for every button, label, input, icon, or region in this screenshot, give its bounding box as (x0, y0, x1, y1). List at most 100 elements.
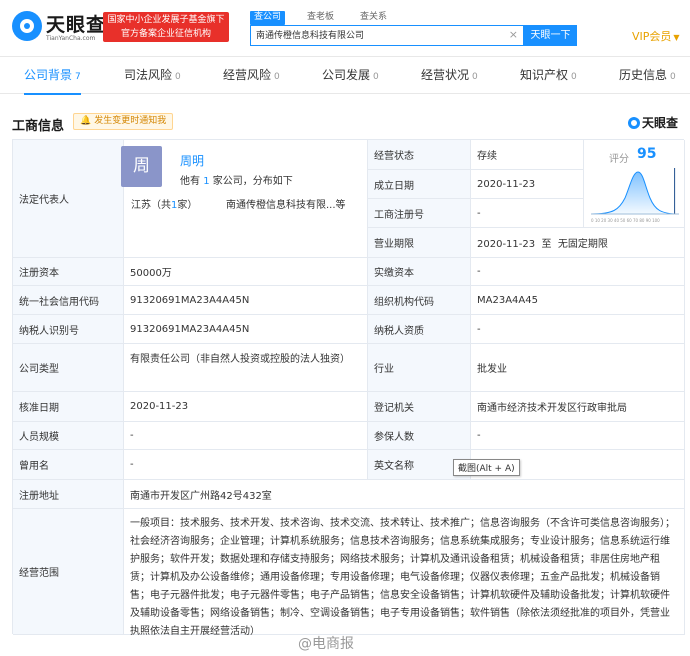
nav-label: 历史信息 (619, 68, 668, 82)
nav-label: 司法风险 (124, 68, 173, 82)
nav-count: 0 (571, 72, 577, 82)
nav-count: 0 (175, 72, 181, 82)
nav-history[interactable]: 历史信息 0 (619, 57, 676, 94)
score-distribution-chart: 0 10 20 30 40 50 60 70 80 90 100 (590, 168, 680, 223)
region-post: 家） (177, 200, 198, 211)
value-approve-date: 2020-11-23 (124, 392, 368, 422)
score-widget: 评分 95 0 10 20 30 40 50 60 70 80 90 100 (583, 140, 683, 234)
value-paid-capital: - (471, 258, 685, 286)
search-tabs: 查公司 查老板 查关系 (250, 11, 409, 25)
label-taxpayer-qual: 纳税人资质 (368, 315, 471, 344)
value-address: 南通市开发区广州路42号432室 (124, 480, 685, 509)
nav-count: 0 (274, 72, 280, 82)
vip-label: VIP会员 (632, 30, 672, 43)
nav-label: 知识产权 (520, 68, 569, 82)
nav-operations[interactable]: 经营状况 0 (421, 57, 478, 94)
avatar: 周 (121, 146, 162, 187)
brand-watermark-text: 天眼查 (642, 116, 679, 130)
logo-text: 天眼查 (46, 14, 107, 36)
nav-development[interactable]: 公司发展 0 (322, 57, 379, 94)
search-input-value[interactable]: 南通传橙信息科技有限公司 (256, 29, 496, 43)
label-authority: 登记机关 (368, 392, 471, 422)
search-button[interactable]: 天眼一下 (524, 25, 577, 46)
label-credit-code: 统一社会信用代码 (13, 286, 124, 315)
value-company-type: 有限责任公司（非自然人投资或控股的法人独资） (124, 344, 368, 392)
tab-search-relation[interactable]: 查关系 (356, 11, 391, 25)
value-insured: - (471, 422, 685, 450)
legal-rep-name-link[interactable]: 周明 (180, 152, 204, 169)
axis-labels: 0 10 20 30 40 50 60 70 80 90 100 (591, 218, 660, 223)
value-scope: 一般项目：技术服务、技术开发、技术咨询、技术交流、技术转让、技术推广；信息咨询服… (124, 509, 685, 637)
label-approve-date: 核准日期 (13, 392, 124, 422)
label-scope: 经营范围 (13, 509, 124, 635)
label-tax-id: 纳税人识别号 (13, 315, 124, 344)
legal-rep-description: 他有 1 家公司，分布如下 (180, 172, 293, 187)
label-reg-no: 工商注册号 (368, 199, 471, 228)
value-industry: 批发业 (471, 344, 685, 392)
nav-label: 经营风险 (223, 68, 272, 82)
nav-label: 公司背景 (24, 68, 73, 82)
label-org-code: 组织机构代码 (368, 286, 471, 315)
label-paid-capital: 实缴资本 (368, 258, 471, 286)
eye-logo-icon (12, 11, 42, 41)
legal-rep-company-link[interactable]: 南通传橙信息科技有限...等 (226, 196, 346, 211)
nav-ip[interactable]: 知识产权 0 (520, 57, 577, 94)
nav-operating-risk[interactable]: 经营风险 0 (223, 57, 280, 94)
value-status: 存续 (471, 140, 584, 170)
eye-logo-icon (628, 117, 640, 129)
distribution-curve (590, 171, 680, 215)
nav-count: 0 (670, 72, 676, 82)
value-staff-size: - (124, 422, 368, 450)
value-reg-no: - (471, 199, 584, 228)
value-former-name: - (124, 450, 368, 480)
top-header: 天眼查 TianYanCha.com 国家中小企业发展子基金旗下 官方备案企业征… (0, 0, 690, 56)
brand-watermark: 天眼查 (628, 114, 678, 131)
desc-pre: 他有 (180, 176, 200, 187)
banner-line-2: 官方备案企业征信机构 (120, 29, 211, 39)
chevron-down-icon: ▼ (673, 33, 680, 42)
label-term: 营业期限 (368, 228, 471, 258)
nav-judicial-risk[interactable]: 司法风险 0 (124, 57, 181, 94)
nav-label: 经营状况 (421, 68, 470, 82)
value-authority: 南通市经济技术开发区行政审批局 (471, 392, 685, 422)
banner-line-1: 国家中小企业发展子基金旗下 (107, 15, 225, 25)
label-established: 成立日期 (368, 170, 471, 199)
screenshot-tooltip: 截图(Alt + A) (453, 459, 520, 476)
search-input[interactable]: 南通传橙信息科技有限公司 × (250, 25, 524, 46)
label-industry: 行业 (368, 344, 471, 392)
desc-count: 1 (203, 176, 210, 187)
value-tax-id: 91320691MA23A4A45N (124, 315, 368, 344)
label-insured: 参保人数 (368, 422, 471, 450)
label-staff-size: 人员规模 (13, 422, 124, 450)
tab-search-company[interactable]: 查公司 (250, 11, 286, 25)
tab-search-boss[interactable]: 查老板 (303, 11, 338, 25)
label-address: 注册地址 (13, 480, 124, 509)
nav-count: 0 (373, 72, 379, 82)
official-banner: 国家中小企业发展子基金旗下 官方备案企业征信机构 (103, 12, 229, 42)
nav-label: 公司发展 (322, 68, 371, 82)
label-status: 经营状态 (368, 140, 471, 170)
legal-rep-region[interactable]: 江苏（共1家） (131, 196, 197, 211)
nav-count: 0 (472, 72, 478, 82)
logo-subtext: TianYanCha.com (46, 35, 96, 42)
value-taxpayer-qual: - (471, 315, 685, 344)
value-established: 2020-11-23 (471, 170, 584, 199)
label-company-type: 公司类型 (13, 344, 124, 392)
nav-count: 7 (75, 72, 81, 82)
value-org-code: MA23A4A45 (471, 286, 685, 315)
value-capital: 50000万 (124, 258, 368, 286)
label-legal-rep: 法定代表人 (13, 140, 124, 258)
value-credit-code: 91320691MA23A4A45N (124, 286, 368, 315)
label-capital: 注册资本 (13, 258, 124, 286)
notify-label: 发生变更时通知我 (94, 116, 167, 126)
bell-icon: 🔔 (80, 116, 92, 126)
clear-icon[interactable]: × (509, 28, 518, 41)
nav-company-background[interactable]: 公司背景 7 (24, 57, 81, 95)
section-nav: 公司背景 7 司法风险 0 经营风险 0 公司发展 0 经营状况 0 知识产权 0 历史信息… (0, 56, 690, 95)
vip-menu[interactable]: VIP会员 ▼ (632, 28, 680, 44)
section-title: 工商信息 (12, 119, 65, 134)
label-former-name: 曾用名 (13, 450, 124, 480)
weibo-watermark: @电商报 (298, 636, 354, 652)
notify-button[interactable]: 🔔 发生变更时通知我 (73, 113, 174, 130)
tianyancha-logo[interactable]: 天眼查 TianYanCha.com (12, 9, 105, 47)
